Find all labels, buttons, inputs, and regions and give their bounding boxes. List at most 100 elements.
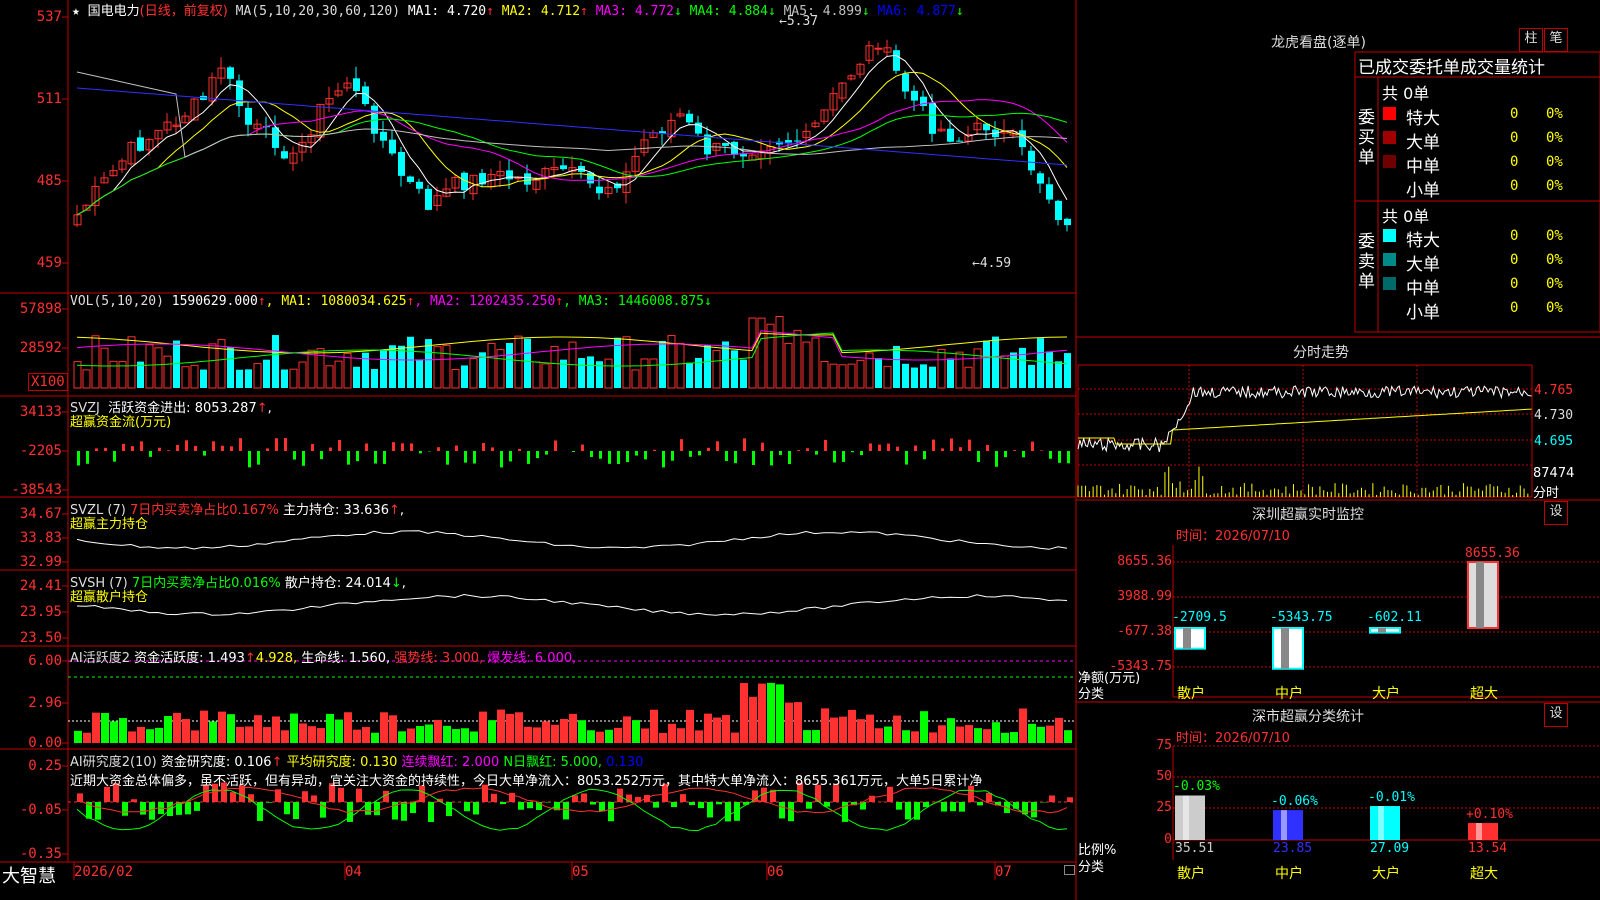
pen-mode-button[interactable]: 笔 (1544, 28, 1568, 52)
vol-bar-up (802, 341, 811, 389)
ma-2-value: MA2: 4.712 (501, 4, 581, 19)
vol-bar-down (398, 345, 405, 388)
monitor-value-label: -5343.75 (1270, 610, 1333, 625)
vol-bar-down (407, 336, 414, 388)
svzj-arrow: ↑ (256, 401, 268, 416)
vol-bar-down (245, 369, 252, 388)
fund-flow-out-bar (842, 451, 845, 462)
fund-flow-out-bar (626, 451, 629, 463)
vol-bar-up (253, 363, 262, 389)
classify-bar-shade (1183, 795, 1189, 840)
fund-flow-in-bar (878, 444, 881, 451)
y-tick-label: 28592 (19, 340, 62, 356)
ma-4-value: MA4: 4.884 (689, 4, 768, 19)
candle-down (227, 67, 234, 79)
vol-bar-up (190, 364, 199, 389)
activity-bar (1019, 708, 1027, 743)
vol-bar-up (550, 345, 559, 389)
x-axis-label: 07 (995, 864, 1012, 880)
svsh-tail: , (401, 576, 406, 591)
research-bar-up (869, 795, 875, 802)
activity-bar (182, 718, 190, 743)
vol-bar-down (875, 358, 882, 388)
monitor-y-label: -677.38 (1117, 624, 1172, 639)
fund-flow-out-bar (77, 451, 80, 466)
intraday-vol-unit: 分时 (1533, 486, 1560, 501)
activity-bar (461, 728, 469, 743)
activity-bar (758, 683, 766, 743)
bar-mode-button[interactable]: 柱 (1519, 28, 1543, 52)
star-icon[interactable]: ★ (72, 4, 80, 19)
fund-flow-out-bar (995, 451, 998, 467)
y-tick-label: 0.25 (28, 758, 62, 774)
activity-bar (425, 724, 433, 743)
activity-bar (776, 684, 784, 743)
vol-bar-up (793, 329, 802, 389)
classify-bar-1 (1273, 810, 1303, 840)
candle-down (1028, 150, 1035, 171)
monitor-settings-button[interactable]: 设 (1544, 501, 1568, 525)
vol-bar-up (640, 358, 649, 389)
order-pct: 0% (1546, 300, 1563, 316)
vol-bar-down (200, 369, 207, 388)
candle-down (794, 140, 801, 142)
monitor-y-label: 8655.36 (1117, 554, 1172, 569)
research-bar-down (149, 802, 155, 820)
research-bar-down (320, 802, 326, 818)
research-bar-down (788, 802, 794, 822)
burst-line-value: 6.000, (534, 651, 577, 666)
activity-bar (1001, 732, 1009, 743)
activity-bar (1037, 726, 1045, 743)
fund-flow-out-bar (374, 451, 377, 464)
vol-bar-up (82, 369, 91, 389)
order-pct: 0% (1546, 228, 1563, 244)
order-count: 0 (1510, 252, 1519, 268)
activity-bar (74, 730, 82, 743)
activity-bar (857, 719, 865, 743)
vol-arrow: ↑ (257, 294, 266, 309)
order-pct: 0% (1546, 106, 1563, 122)
svsh-ratio: 7日内买卖净占比0.016% (131, 576, 281, 591)
activity-bar (146, 729, 154, 743)
y-tick-label: 511 (36, 91, 62, 107)
activity-bar (992, 722, 1000, 743)
vol-bar-down (1046, 351, 1053, 388)
cont-red-label: 连续飘红: (401, 755, 458, 770)
research-bar-down (959, 802, 965, 812)
activity-bar (956, 726, 964, 743)
activity-bar (119, 718, 127, 743)
sell-total: 共 0单 (1382, 207, 1430, 226)
fund-flow-in-bar (239, 438, 242, 451)
activity-bar (263, 727, 271, 743)
fund-flow-out-bar (698, 451, 701, 456)
research-bar-down (95, 802, 101, 820)
stock-name: 国电电力 (87, 4, 140, 19)
fund-flow-out-bar (302, 451, 305, 466)
candle-down (740, 154, 747, 157)
fund-flow-out-bar (752, 451, 755, 466)
vol-bar-up (325, 365, 334, 389)
lock-icon[interactable] (1064, 865, 1075, 875)
fund-flow-in-bar (869, 443, 872, 451)
fund-flow-out-bar (149, 451, 152, 457)
candle-down (389, 139, 396, 154)
vol-ma-1: , MA1: 1080034.625 (265, 294, 407, 309)
fund-flow-in-bar (140, 441, 143, 451)
fund-flow-in-bar (122, 443, 125, 451)
fund-flow-out-bar (572, 451, 575, 453)
vol-bar-up (712, 349, 721, 389)
classify-settings-button[interactable]: 设 (1544, 703, 1568, 727)
research-bar-down (671, 802, 677, 808)
fund-flow-out-bar (860, 451, 863, 456)
vol-bar-down (524, 338, 531, 388)
research-bar-up (338, 787, 344, 802)
research-bar-down (599, 802, 605, 812)
activity-bar (713, 717, 721, 743)
vol-bar-down (380, 350, 387, 388)
candle-down (1055, 200, 1062, 220)
activity-bar (497, 709, 505, 743)
size-color-swatch (1383, 131, 1396, 144)
candle-down (1019, 130, 1026, 148)
fund-flow-in-bar (743, 438, 746, 451)
activity-bar (623, 716, 631, 743)
